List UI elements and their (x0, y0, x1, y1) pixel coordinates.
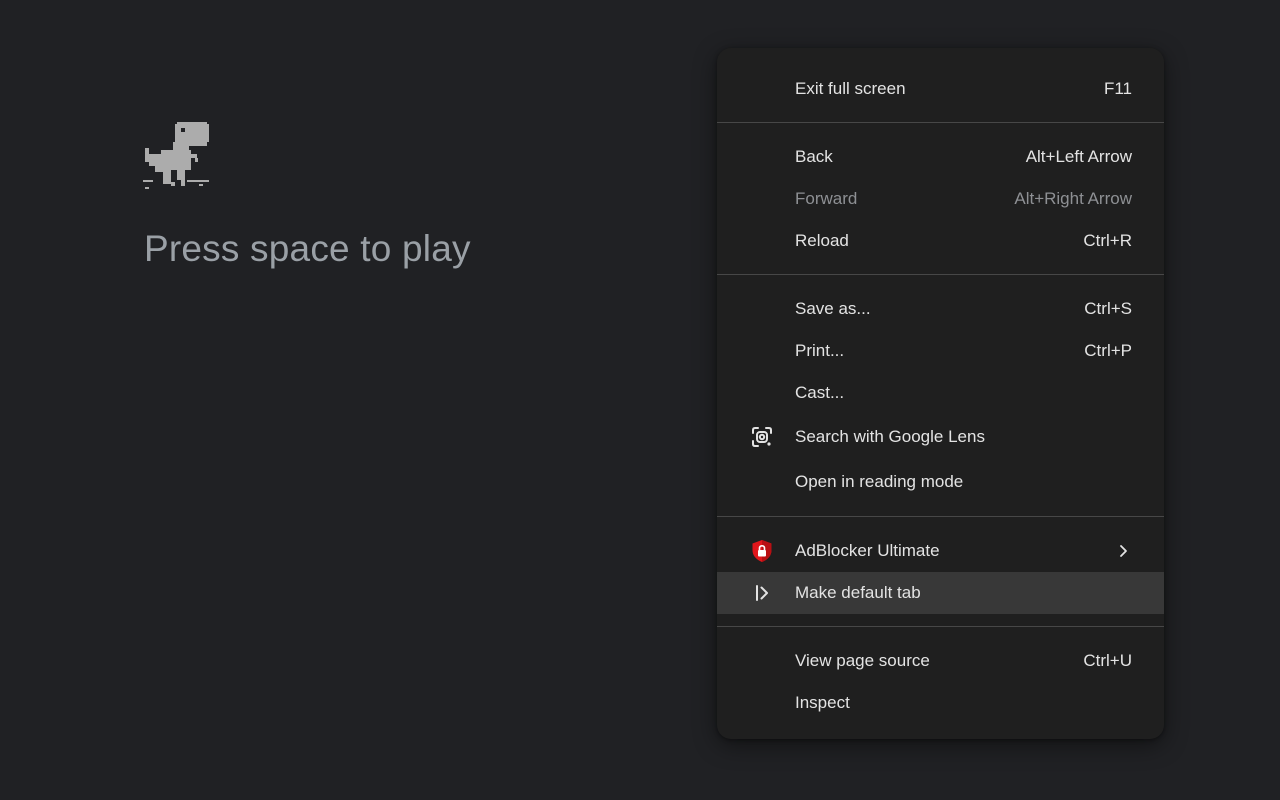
menu-item-label: Inspect (795, 693, 850, 712)
menu-item-label: Open in reading mode (795, 471, 964, 491)
menu-separator (717, 274, 1164, 275)
context-menu: Exit full screen F11 Back Alt+Left Arrow… (717, 48, 1164, 739)
menu-item-save-as[interactable]: Save as... Ctrl+S (717, 288, 1164, 330)
menu-item-print[interactable]: Print... Ctrl+P (717, 330, 1164, 372)
menu-separator (717, 516, 1164, 517)
menu-item-label: Search with Google Lens (795, 426, 985, 446)
menu-item-label: View page source (795, 651, 930, 670)
menu-item-adblocker-ultimate[interactable]: AdBlocker Ultimate (717, 530, 1164, 572)
menu-item-open-in-reading-mode[interactable]: Open in reading mode (717, 459, 1164, 504)
menu-item-back[interactable]: Back Alt+Left Arrow (717, 136, 1164, 178)
google-lens-icon (750, 425, 774, 449)
offline-dino-page: Press space to play Exit full screen F11… (0, 0, 1280, 800)
menu-item-label: Cast... (795, 383, 845, 402)
menu-item-label: Back (795, 147, 833, 166)
make-default-tab-icon (750, 581, 774, 605)
menu-item-shortcut: Ctrl+S (1084, 299, 1132, 318)
menu-item-reload[interactable]: Reload Ctrl+R (717, 220, 1164, 262)
menu-item-exit-full-screen[interactable]: Exit full screen F11 (717, 68, 1164, 110)
menu-item-label: Save as... (795, 299, 871, 318)
menu-item-label: Make default tab (795, 583, 921, 602)
menu-separator (717, 122, 1164, 123)
dino-icon[interactable] (143, 120, 211, 192)
menu-item-label: AdBlocker Ultimate (795, 541, 940, 560)
menu-item-view-page-source[interactable]: View page source Ctrl+U (717, 640, 1164, 682)
menu-item-search-with-google-lens[interactable]: Search with Google Lens (717, 414, 1164, 459)
adblocker-shield-icon (750, 539, 774, 563)
menu-item-label: Exit full screen (795, 79, 906, 98)
menu-item-shortcut: Ctrl+R (1083, 231, 1132, 250)
menu-item-shortcut: Ctrl+P (1084, 341, 1132, 360)
chevron-right-icon (1116, 544, 1130, 558)
press-space-to-play-text: Press space to play (144, 228, 471, 269)
menu-item-make-default-tab[interactable]: Make default tab (717, 572, 1164, 614)
menu-item-label: Print... (795, 341, 845, 360)
menu-item-forward: Forward Alt+Right Arrow (717, 178, 1164, 220)
menu-separator (717, 626, 1164, 627)
menu-item-shortcut: Ctrl+U (1083, 651, 1132, 670)
menu-item-label: Reload (795, 231, 849, 250)
menu-item-label: Forward (795, 189, 858, 208)
menu-item-shortcut: Alt+Right Arrow (1014, 189, 1132, 208)
menu-item-shortcut: Alt+Left Arrow (1025, 147, 1132, 166)
menu-item-inspect[interactable]: Inspect (717, 682, 1164, 724)
menu-item-shortcut: F11 (1103, 79, 1132, 98)
menu-item-cast[interactable]: Cast... (717, 372, 1164, 414)
